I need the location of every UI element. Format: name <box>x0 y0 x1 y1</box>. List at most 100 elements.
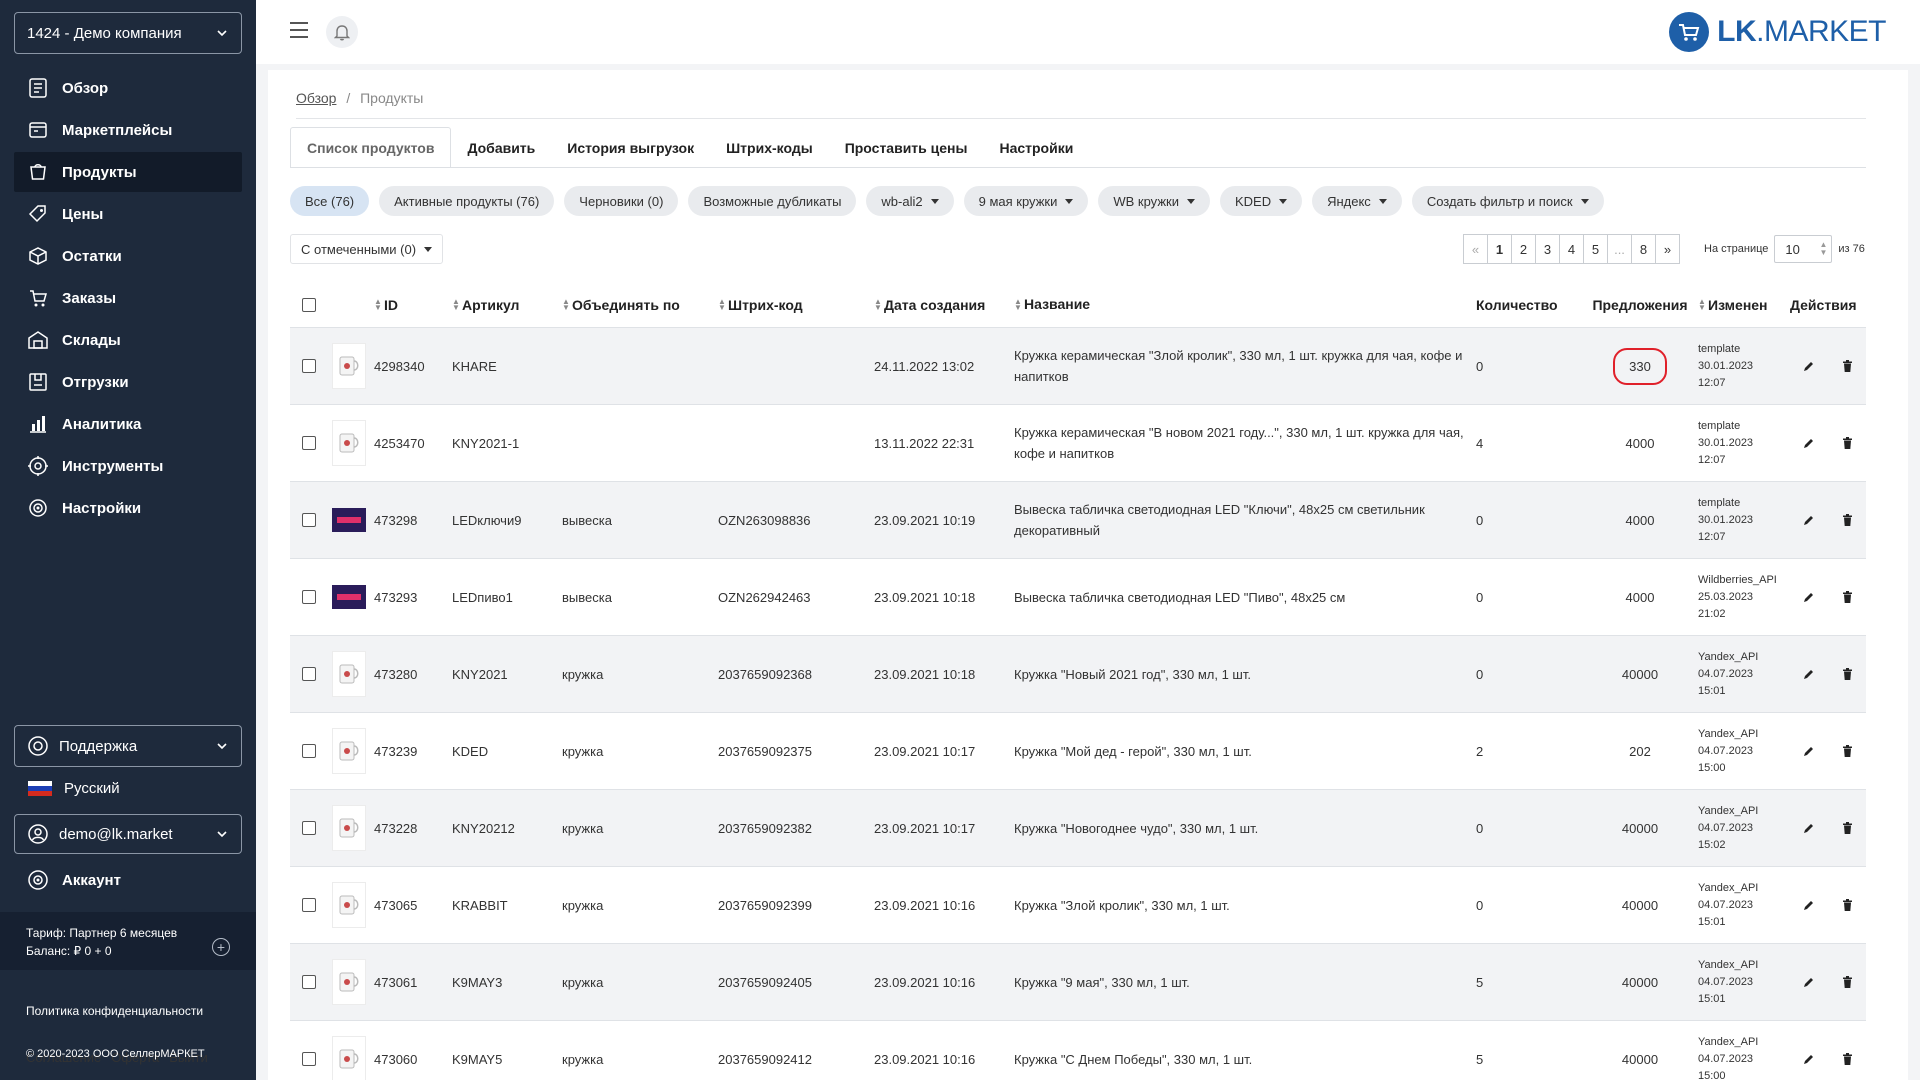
cell-offers[interactable]: 4000 <box>1626 513 1655 528</box>
delete-trash-icon[interactable] <box>1842 745 1853 757</box>
user-email-select[interactable]: demo@lk.market <box>14 814 242 854</box>
product-thumbnail[interactable] <box>332 420 366 466</box>
filter-pill[interactable]: Яндекс <box>1312 186 1402 216</box>
sidebar-item-marketplaces[interactable]: Маркетплейсы <box>14 110 242 150</box>
add-balance-button[interactable]: + <box>212 938 230 956</box>
support-select[interactable]: Поддержка <box>14 725 242 767</box>
tab-settings[interactable]: Настройки <box>983 127 1089 168</box>
row-checkbox[interactable] <box>302 975 316 989</box>
menu-toggle-icon[interactable] <box>290 22 308 38</box>
row-checkbox[interactable] <box>302 436 316 450</box>
breadcrumb-home[interactable]: Обзор <box>296 90 336 106</box>
privacy-link[interactable]: Политика конфиденциальности <box>26 1004 203 1018</box>
row-checkbox[interactable] <box>302 513 316 527</box>
page-button[interactable]: 1 <box>1487 234 1512 264</box>
col-updated[interactable]: ▲ ▼ Изменен <box>1694 297 1786 313</box>
next-page-button[interactable]: » <box>1655 234 1680 264</box>
notifications-bell-icon[interactable] <box>326 16 358 48</box>
row-checkbox[interactable] <box>302 821 316 835</box>
delete-trash-icon[interactable] <box>1842 360 1853 372</box>
cell-offers[interactable]: 202 <box>1629 744 1651 759</box>
page-button[interactable]: 4 <box>1559 234 1584 264</box>
delete-trash-icon[interactable] <box>1842 514 1853 526</box>
cell-offers[interactable]: 40000 <box>1622 898 1658 913</box>
sidebar-item-settings[interactable]: Настройки <box>14 488 242 528</box>
delete-trash-icon[interactable] <box>1842 591 1853 603</box>
delete-trash-icon[interactable] <box>1842 1053 1853 1065</box>
sidebar-item-overview[interactable]: Обзор <box>14 68 242 108</box>
select-all-checkbox[interactable] <box>302 297 316 312</box>
product-thumbnail[interactable] <box>332 882 366 928</box>
col-combine[interactable]: ▲ ▼ Объединять по <box>558 297 714 313</box>
sidebar-item-stock[interactable]: Остатки <box>14 236 242 276</box>
edit-pencil-icon[interactable] <box>1803 668 1815 680</box>
page-button[interactable]: 3 <box>1535 234 1560 264</box>
product-thumbnail[interactable] <box>332 959 366 1005</box>
account-link[interactable]: Аккаунт <box>26 868 121 892</box>
filter-pill[interactable]: Черновики (0) <box>564 186 679 216</box>
filter-pill[interactable]: Создать фильтр и поиск <box>1411 186 1604 216</box>
sidebar-item-analytics[interactable]: Аналитика <box>14 404 242 444</box>
bulk-action-select[interactable]: С отмеченными (0) <box>290 234 444 264</box>
sidebar-item-prices[interactable]: Цены <box>14 194 242 234</box>
logo[interactable]: LK .MARKET <box>1669 12 1886 52</box>
filter-pill[interactable]: 9 мая кружки <box>963 186 1089 216</box>
col-created[interactable]: ▲ ▼ Дата создания <box>870 297 1010 313</box>
product-thumbnail[interactable] <box>332 1036 366 1080</box>
col-id[interactable]: ▲ ▼ ID <box>370 297 448 313</box>
edit-pencil-icon[interactable] <box>1803 899 1815 911</box>
row-checkbox[interactable] <box>302 667 316 681</box>
col-name[interactable]: ▲ ▼ Название <box>1010 294 1472 315</box>
company-select[interactable]: 1424 - Демо компания <box>14 12 242 54</box>
delete-trash-icon[interactable] <box>1842 822 1853 834</box>
cell-offers[interactable]: 330 <box>1613 347 1667 385</box>
filter-pill[interactable]: KDED <box>1219 186 1303 216</box>
filter-pill[interactable]: WB кружки <box>1098 186 1210 216</box>
col-barcode[interactable]: ▲ ▼ Штрих-код <box>714 297 870 313</box>
page-button[interactable]: 8 <box>1631 234 1656 264</box>
edit-pencil-icon[interactable] <box>1803 976 1815 988</box>
edit-pencil-icon[interactable] <box>1803 437 1815 449</box>
filter-pill[interactable]: Все (76) <box>290 186 370 216</box>
delete-trash-icon[interactable] <box>1842 976 1853 988</box>
product-thumbnail[interactable] <box>332 728 366 774</box>
tab-add[interactable]: Добавить <box>451 127 551 168</box>
stepper-arrows-icon[interactable]: ▲ ▼ <box>1819 241 1827 257</box>
edit-pencil-icon[interactable] <box>1803 822 1815 834</box>
product-thumbnail[interactable] <box>332 805 366 851</box>
tab-product-list[interactable]: Список продуктов <box>290 127 452 168</box>
col-article[interactable]: ▲ ▼ Артикул <box>448 297 558 313</box>
filter-pill[interactable]: Активные продукты (76) <box>379 186 555 216</box>
row-checkbox[interactable] <box>302 744 316 758</box>
cell-offers[interactable]: 40000 <box>1622 1052 1658 1067</box>
product-thumbnail[interactable] <box>332 585 366 609</box>
delete-trash-icon[interactable] <box>1842 668 1853 680</box>
sidebar-item-warehouses[interactable]: Склады <box>14 320 242 360</box>
edit-pencil-icon[interactable] <box>1803 514 1815 526</box>
page-button[interactable]: 5 <box>1583 234 1608 264</box>
product-thumbnail[interactable] <box>332 508 366 532</box>
tab-barcodes[interactable]: Штрих-коды <box>710 127 829 168</box>
delete-trash-icon[interactable] <box>1842 437 1853 449</box>
cell-offers[interactable]: 40000 <box>1622 821 1658 836</box>
edit-pencil-icon[interactable] <box>1803 360 1815 372</box>
page-button[interactable]: 2 <box>1511 234 1536 264</box>
filter-pill[interactable]: wb-ali2 <box>866 186 954 216</box>
edit-pencil-icon[interactable] <box>1803 1053 1815 1065</box>
prev-page-button[interactable]: « <box>1463 234 1488 264</box>
sidebar-item-orders[interactable]: Заказы <box>14 278 242 318</box>
product-thumbnail[interactable] <box>332 651 366 697</box>
row-checkbox[interactable] <box>302 1052 316 1066</box>
row-checkbox[interactable] <box>302 898 316 912</box>
sidebar-item-products[interactable]: Продукты <box>14 152 242 192</box>
sidebar-item-shipments[interactable]: Отгрузки <box>14 362 242 402</box>
delete-trash-icon[interactable] <box>1842 899 1853 911</box>
cell-offers[interactable]: 40000 <box>1622 667 1658 682</box>
row-checkbox[interactable] <box>302 590 316 604</box>
edit-pencil-icon[interactable] <box>1803 591 1815 603</box>
edit-pencil-icon[interactable] <box>1803 745 1815 757</box>
filter-pill[interactable]: Возможные дубликаты <box>688 186 857 216</box>
sidebar-item-tools[interactable]: Инструменты <box>14 446 242 486</box>
tab-export-history[interactable]: История выгрузок <box>551 127 710 168</box>
cell-offers[interactable]: 4000 <box>1626 436 1655 451</box>
